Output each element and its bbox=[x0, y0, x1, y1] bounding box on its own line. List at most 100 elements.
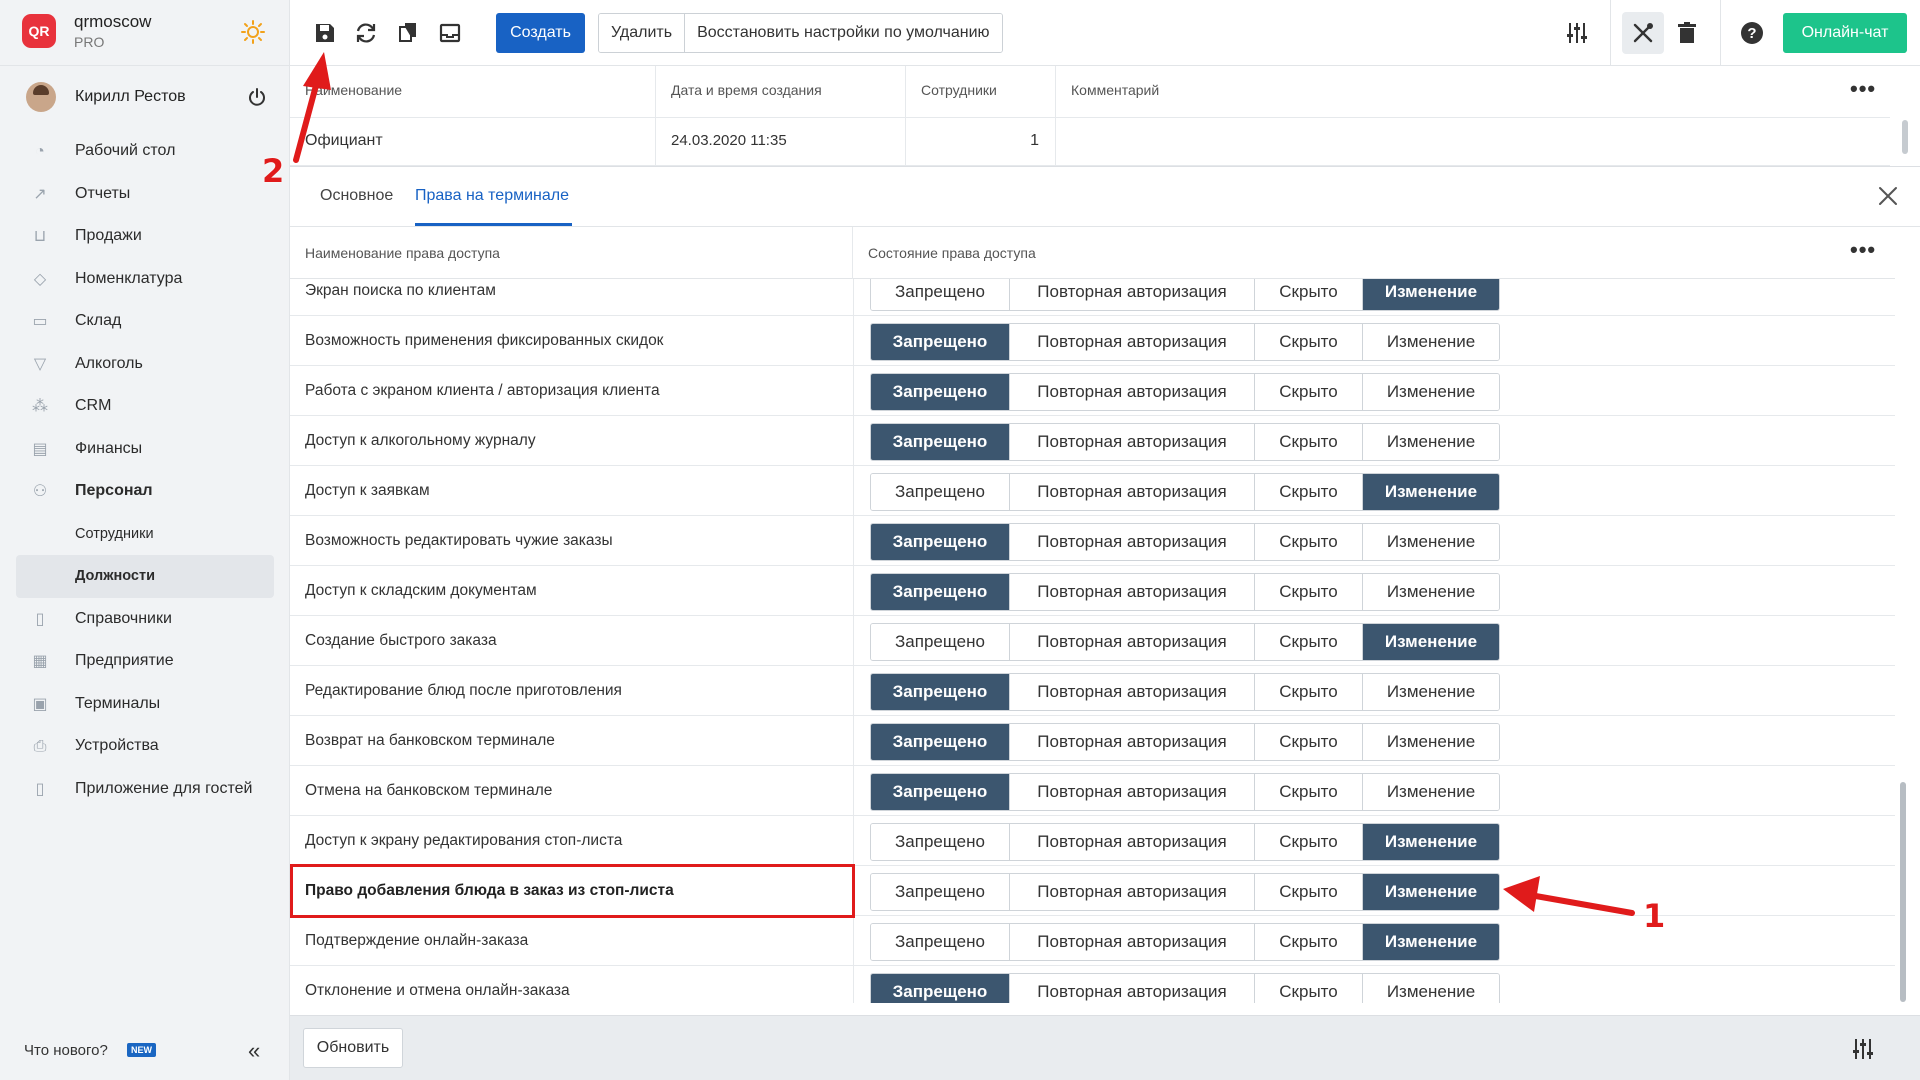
brand-logo[interactable]: QR bbox=[22, 14, 56, 48]
table-row[interactable]: Доступ к алкогольному журналу Запрещено По… bbox=[290, 416, 1895, 466]
option-hidden[interactable]: Скрыто bbox=[1254, 324, 1362, 360]
delete-button[interactable]: Удалить bbox=[599, 14, 685, 52]
save-icon[interactable] bbox=[312, 20, 338, 46]
column-header-comment[interactable]: Комментарий bbox=[1056, 66, 1890, 118]
settings-sliders-icon[interactable] bbox=[1850, 1036, 1876, 1062]
option-forbidden[interactable]: Запрещено bbox=[871, 874, 1009, 910]
sidebar-item-crm[interactable]: ⁂ CRM bbox=[0, 385, 290, 428]
option-edit[interactable]: Изменение bbox=[1362, 674, 1499, 710]
table-row[interactable]: Доступ к экрану редактирования стоп-лист… bbox=[290, 816, 1895, 866]
option-forbidden[interactable]: Запрещено bbox=[871, 279, 1009, 310]
option-forbidden[interactable]: Запрещено bbox=[871, 524, 1009, 560]
online-chat-button[interactable]: Онлайн-чат bbox=[1783, 13, 1907, 53]
sidebar-item-alcohol[interactable]: ▽ Алкоголь bbox=[0, 343, 290, 386]
restore-defaults-button[interactable]: Восстановить настройки по умолчанию bbox=[684, 14, 1002, 52]
option-forbidden[interactable]: Запрещено bbox=[871, 974, 1009, 1003]
option-reauth[interactable]: Повторная авторизация bbox=[1009, 974, 1254, 1003]
option-edit[interactable]: Изменение bbox=[1362, 524, 1499, 560]
option-reauth[interactable]: Повторная авторизация bbox=[1009, 374, 1254, 410]
option-edit[interactable]: Изменение bbox=[1362, 874, 1499, 910]
sidebar-item-finance[interactable]: ▤ Финансы bbox=[0, 428, 290, 471]
table-row[interactable]: Возможность редактировать чужие заказы За… bbox=[290, 516, 1895, 566]
sidebar-item-dashboard[interactable]: ◔ Рабочий стол bbox=[0, 130, 290, 173]
option-reauth[interactable]: Повторная авторизация bbox=[1009, 474, 1254, 510]
tab-terminal-rights[interactable]: Права на терминале bbox=[415, 187, 569, 205]
option-edit[interactable]: Изменение bbox=[1362, 924, 1499, 960]
option-reauth[interactable]: Повторная авторизация bbox=[1009, 279, 1254, 310]
sidebar-item-terminals[interactable]: ▣ Терминалы bbox=[0, 683, 290, 726]
option-hidden[interactable]: Скрыто bbox=[1254, 624, 1362, 660]
table-row[interactable]: Работа с экраном клиента / авторизация к… bbox=[290, 366, 1895, 416]
option-forbidden[interactable]: Запрещено bbox=[871, 574, 1009, 610]
table-more-icon[interactable]: ••• bbox=[1850, 76, 1876, 102]
option-hidden[interactable]: Скрыто bbox=[1254, 574, 1362, 610]
option-forbidden[interactable]: Запрещено bbox=[871, 724, 1009, 760]
option-edit[interactable]: Изменение bbox=[1362, 374, 1499, 410]
sidebar-item-devices[interactable]: ⎙ Устройства bbox=[0, 725, 290, 768]
option-hidden[interactable]: Скрыто bbox=[1254, 924, 1362, 960]
archive-icon[interactable] bbox=[437, 20, 463, 46]
option-edit[interactable]: Изменение bbox=[1362, 724, 1499, 760]
option-reauth[interactable]: Повторная авторизация bbox=[1009, 924, 1254, 960]
tab-general[interactable]: Основное bbox=[320, 187, 393, 205]
table-row[interactable]: Отклонение и отмена онлайн-заказа Запреще… bbox=[290, 966, 1895, 1003]
option-forbidden[interactable]: Запрещено bbox=[871, 474, 1009, 510]
option-edit[interactable]: Изменение bbox=[1362, 474, 1499, 510]
table-row[interactable]: Официант 24.03.2020 11:35 1 bbox=[290, 118, 1890, 166]
option-forbidden[interactable]: Запрещено bbox=[871, 424, 1009, 460]
option-reauth[interactable]: Повторная авторизация bbox=[1009, 624, 1254, 660]
column-header-right-state[interactable]: Состояние права доступа bbox=[853, 227, 1036, 279]
option-hidden[interactable]: Скрыто bbox=[1254, 824, 1362, 860]
option-hidden[interactable]: Скрыто bbox=[1254, 724, 1362, 760]
option-reauth[interactable]: Повторная авторизация bbox=[1009, 574, 1254, 610]
table-row[interactable]: Доступ к заявкам Запрещено Повторная автор… bbox=[290, 466, 1895, 516]
sidebar-item-warehouse[interactable]: ▭ Склад bbox=[0, 300, 290, 343]
sidebar-item-reports[interactable]: ↗ Отчеты bbox=[0, 173, 290, 216]
option-hidden[interactable]: Скрыто bbox=[1254, 674, 1362, 710]
option-hidden[interactable]: Скрыто bbox=[1254, 524, 1362, 560]
column-header-name[interactable]: Наименование bbox=[290, 66, 656, 118]
refresh-button[interactable]: Обновить bbox=[303, 1028, 403, 1068]
sidebar-item-nomenclature[interactable]: ◇ Номенклатура bbox=[0, 258, 290, 301]
column-header-right-name[interactable]: Наименование права доступа bbox=[290, 227, 853, 279]
sidebar-item-positions[interactable]: Должности bbox=[16, 555, 274, 598]
table-row[interactable]: Доступ к складским документам Запрещено По… bbox=[290, 566, 1895, 616]
collapse-sidebar-icon[interactable]: « bbox=[248, 1038, 260, 1064]
option-reauth[interactable]: Повторная авторизация bbox=[1009, 524, 1254, 560]
option-forbidden[interactable]: Запрещено bbox=[871, 324, 1009, 360]
option-forbidden[interactable]: Запрещено bbox=[871, 374, 1009, 410]
sidebar-item-directories[interactable]: ▯ Справочники bbox=[0, 598, 290, 641]
option-hidden[interactable]: Скрыто bbox=[1254, 474, 1362, 510]
close-icon[interactable] bbox=[1875, 183, 1901, 209]
avatar[interactable] bbox=[26, 82, 56, 112]
copy-icon[interactable] bbox=[395, 20, 421, 46]
table-row[interactable]: Отмена на банковском терминале Запрещено П… bbox=[290, 766, 1895, 816]
option-reauth[interactable]: Повторная авторизация bbox=[1009, 824, 1254, 860]
option-forbidden[interactable]: Запрещено bbox=[871, 924, 1009, 960]
option-reauth[interactable]: Повторная авторизация bbox=[1009, 424, 1254, 460]
sidebar-item-employees[interactable]: Сотрудники bbox=[0, 513, 290, 556]
theme-sun-icon[interactable] bbox=[240, 19, 266, 45]
option-reauth[interactable]: Повторная авторизация bbox=[1009, 324, 1254, 360]
sidebar-item-sales[interactable]: ⊔ Продажи bbox=[0, 215, 290, 258]
option-forbidden[interactable]: Запрещено bbox=[871, 774, 1009, 810]
option-forbidden[interactable]: Запрещено bbox=[871, 624, 1009, 660]
column-header-created[interactable]: Дата и время создания bbox=[656, 66, 906, 118]
rights-more-icon[interactable]: ••• bbox=[1850, 237, 1876, 263]
sidebar-item-enterprise[interactable]: ▦ Предприятие bbox=[0, 640, 290, 683]
column-settings-icon[interactable] bbox=[1564, 20, 1590, 46]
option-edit[interactable]: Изменение bbox=[1362, 424, 1499, 460]
refresh-icon[interactable] bbox=[353, 20, 379, 46]
option-edit[interactable]: Изменение bbox=[1362, 324, 1499, 360]
logout-power-icon[interactable] bbox=[247, 87, 267, 107]
option-edit[interactable]: Изменение bbox=[1362, 774, 1499, 810]
user-profile[interactable]: Кирилл Рестов bbox=[0, 78, 290, 118]
option-hidden[interactable]: Скрыто bbox=[1254, 374, 1362, 410]
option-edit[interactable]: Изменение bbox=[1362, 574, 1499, 610]
create-button[interactable]: Создать bbox=[496, 13, 585, 53]
table-row[interactable]: Возврат на банковском терминале Запрещено… bbox=[290, 716, 1895, 766]
table-row[interactable]: Экран поиска по клиентам Запрещено Повторн… bbox=[290, 279, 1895, 316]
option-hidden[interactable]: Скрыто bbox=[1254, 279, 1362, 310]
help-icon[interactable]: ? bbox=[1739, 20, 1765, 46]
option-edit[interactable]: Изменение bbox=[1362, 279, 1499, 310]
